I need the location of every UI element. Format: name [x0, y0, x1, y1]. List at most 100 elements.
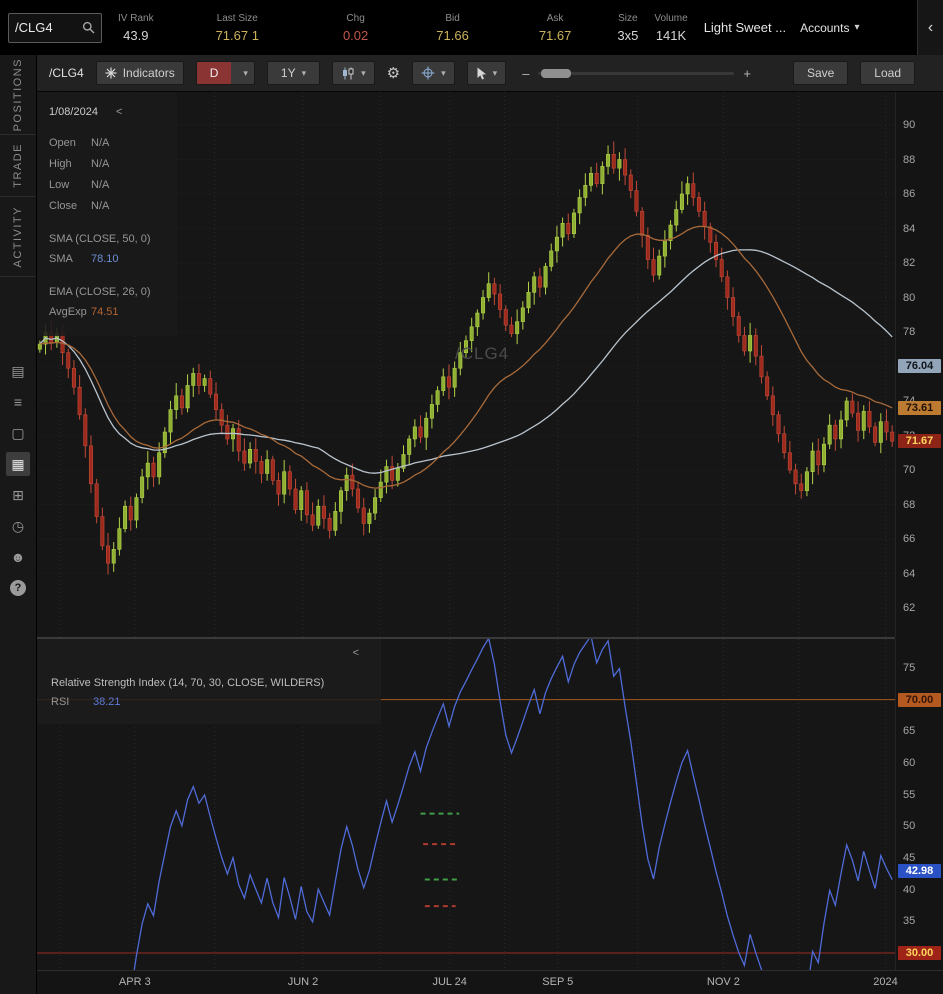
- ema-price-badge: 73.61: [898, 400, 941, 415]
- save-label: Save: [806, 66, 835, 80]
- quote-field-last-size: Last Size 71.67 1: [216, 13, 259, 43]
- quote-field-label: Chg: [346, 12, 365, 24]
- watchlist-icon[interactable]: ≡: [6, 390, 30, 414]
- time-label: SEP 5: [542, 976, 574, 988]
- indicators-button[interactable]: Indicators: [95, 61, 184, 85]
- rsi-panel[interactable]: < Relative Strength Index (14, 70, 30, C…: [37, 639, 895, 970]
- sma-study-title[interactable]: SMA (CLOSE, 50, 0): [49, 230, 165, 248]
- charts-icon[interactable]: ▦: [6, 452, 30, 476]
- low-label: Low: [49, 178, 70, 191]
- quote-field-value: 43.9: [123, 27, 149, 43]
- chevron-down-icon: ▾: [243, 67, 248, 78]
- price-tick: 64: [903, 567, 916, 580]
- quotes-icon[interactable]: ▤: [6, 359, 30, 383]
- zoom-out-button[interactable]: –: [522, 66, 529, 81]
- cursor-dropdown[interactable]: ▾: [466, 61, 507, 85]
- last-price-badge: 71.67: [898, 434, 941, 449]
- rsi-value-badge: 42.98: [898, 863, 941, 878]
- zoom-in-button[interactable]: +: [743, 66, 751, 81]
- time-label: JUN 2: [287, 976, 319, 988]
- price-tick: 84: [903, 222, 916, 235]
- quote-field-label: Size: [618, 12, 638, 24]
- help-icon[interactable]: ?: [6, 576, 30, 600]
- aggregation-dropdown[interactable]: D ▾: [195, 61, 255, 85]
- chevron-down-icon: ▾: [441, 67, 446, 78]
- rsi-tick: 45: [903, 851, 916, 864]
- gear-icon[interactable]: ⚙: [387, 64, 400, 82]
- close-value: N/A: [91, 199, 110, 212]
- sidebar-tab-positions[interactable]: POSITIONS: [0, 55, 36, 135]
- sma-price-badge: 76.04: [898, 358, 941, 373]
- history-icon[interactable]: ◷: [6, 514, 30, 538]
- zoom-slider-handle[interactable]: [541, 68, 572, 78]
- chart-watermark: /CLG4: [455, 344, 510, 363]
- chart-toolbar: /CLG4 Indicators D ▾ 1Y ▾ ▾ ⚙ ▾ ▾ – + Sa…: [37, 55, 943, 92]
- time-label: APR 3: [118, 976, 151, 988]
- symbol-input[interactable]: [15, 20, 78, 35]
- main-chart-panel[interactable]: /CLG4 1/08/2024 < Open N/A High N/A Low N/A…: [37, 92, 895, 637]
- collapse-left-icon[interactable]: ‹: [917, 0, 943, 55]
- sidebar-tab-label: TRADE: [12, 143, 24, 188]
- search-icon[interactable]: [82, 21, 95, 34]
- rsi-study-panel: < Relative Strength Index (14, 70, 30, C…: [37, 639, 381, 724]
- crosshair-date: 1/08/2024: [49, 106, 98, 118]
- crosshair-icon: [421, 66, 435, 80]
- chart-style-dropdown[interactable]: ▾: [332, 61, 375, 85]
- range-dropdown[interactable]: 1Y ▾: [266, 61, 321, 85]
- open-value: N/A: [91, 136, 110, 149]
- sidebar-tab-trade[interactable]: TRADE: [0, 135, 36, 197]
- rsi-tick: 55: [903, 788, 916, 801]
- sidebar-tab-label: POSITIONS: [12, 57, 24, 132]
- crosshair-dropdown[interactable]: ▾: [412, 61, 455, 85]
- quote-field-label: Ask: [546, 12, 564, 24]
- quote-fields: IV Rank 43.9 Last Size 71.67 1 Chg 0.02 Bid 71.…: [102, 13, 688, 43]
- rsi-tick: 75: [903, 662, 916, 674]
- open-label: Open: [49, 136, 76, 149]
- chevron-down-icon: ▾: [492, 67, 498, 78]
- high-label: High: [49, 157, 72, 170]
- rsi-study-title[interactable]: Relative Strength Index (14, 70, 30, CLO…: [51, 677, 367, 689]
- price-tick: 70: [903, 464, 916, 476]
- rsi-tick: 50: [903, 820, 916, 833]
- quote-field-volume: Volume 141K: [654, 13, 687, 43]
- save-button[interactable]: Save: [792, 61, 849, 85]
- indicators-label: Indicators: [122, 66, 175, 80]
- time-label: NOV 2: [706, 976, 740, 988]
- drawer-icon[interactable]: ▢: [6, 421, 30, 445]
- zoom-slider-track[interactable]: [538, 68, 735, 78]
- rsi-label: RSI: [51, 695, 70, 708]
- load-button[interactable]: Load: [860, 61, 915, 85]
- apps-grid-icon[interactable]: ⊞: [6, 483, 30, 507]
- symbol-search-box[interactable]: [8, 12, 102, 43]
- ema-study-title[interactable]: EMA (CLOSE, 26, 0): [49, 283, 165, 301]
- price-axis[interactable]: 90888684828078767472706866646276.0473.61…: [895, 92, 943, 637]
- accounts-menu[interactable]: Accounts ▾: [800, 21, 859, 35]
- chevron-down-icon: ▾: [301, 67, 307, 78]
- price-tick: 86: [903, 188, 916, 200]
- left-sidebar: POSITIONS TRADE ACTIVITY ▤ ≡ ▢ ▦ ⊞ ◷ ☻?: [0, 55, 37, 994]
- quote-field-value: 71.67: [538, 27, 572, 43]
- collapse-data-panel-button[interactable]: <: [116, 106, 122, 118]
- sidebar-tab-label: ACTIVITY: [12, 205, 24, 268]
- price-tick: 78: [903, 326, 916, 338]
- instrument-name: Light Sweet ...: [703, 20, 787, 35]
- quote-field-label: Bid: [445, 12, 460, 24]
- chevron-down-icon: ▾: [854, 22, 860, 33]
- range-value: 1Y: [280, 66, 296, 80]
- collapse-rsi-panel-button[interactable]: <: [51, 647, 367, 663]
- rsi-axis[interactable]: 7570656055504540353070.0042.9830.00: [895, 639, 943, 970]
- quote-field-iv-rank: IV Rank 43.9: [118, 13, 154, 43]
- aggregation-value: D: [196, 62, 232, 84]
- time-axis[interactable]: APR 3 JUN 2 JUL 24 SEP 5 NOV 2 2024: [37, 970, 943, 994]
- quote-field-size: Size 3x5: [617, 13, 638, 43]
- trading-platform: IV Rank 43.9 Last Size 71.67 1 Chg 0.02 Bid 71.…: [0, 0, 943, 994]
- quote-field-chg: Chg 0.02: [343, 13, 368, 43]
- sma-label: SMA: [49, 252, 73, 265]
- quote-field-label: Last Size: [216, 12, 258, 24]
- sma-value: 78.10: [91, 252, 119, 265]
- sidebar-tab-activity[interactable]: ACTIVITY: [0, 197, 36, 277]
- chart-style-icon: [343, 67, 354, 79]
- community-icon[interactable]: ☻: [6, 545, 30, 569]
- time-label: JUL 24: [432, 976, 467, 988]
- price-tick: 68: [903, 498, 916, 511]
